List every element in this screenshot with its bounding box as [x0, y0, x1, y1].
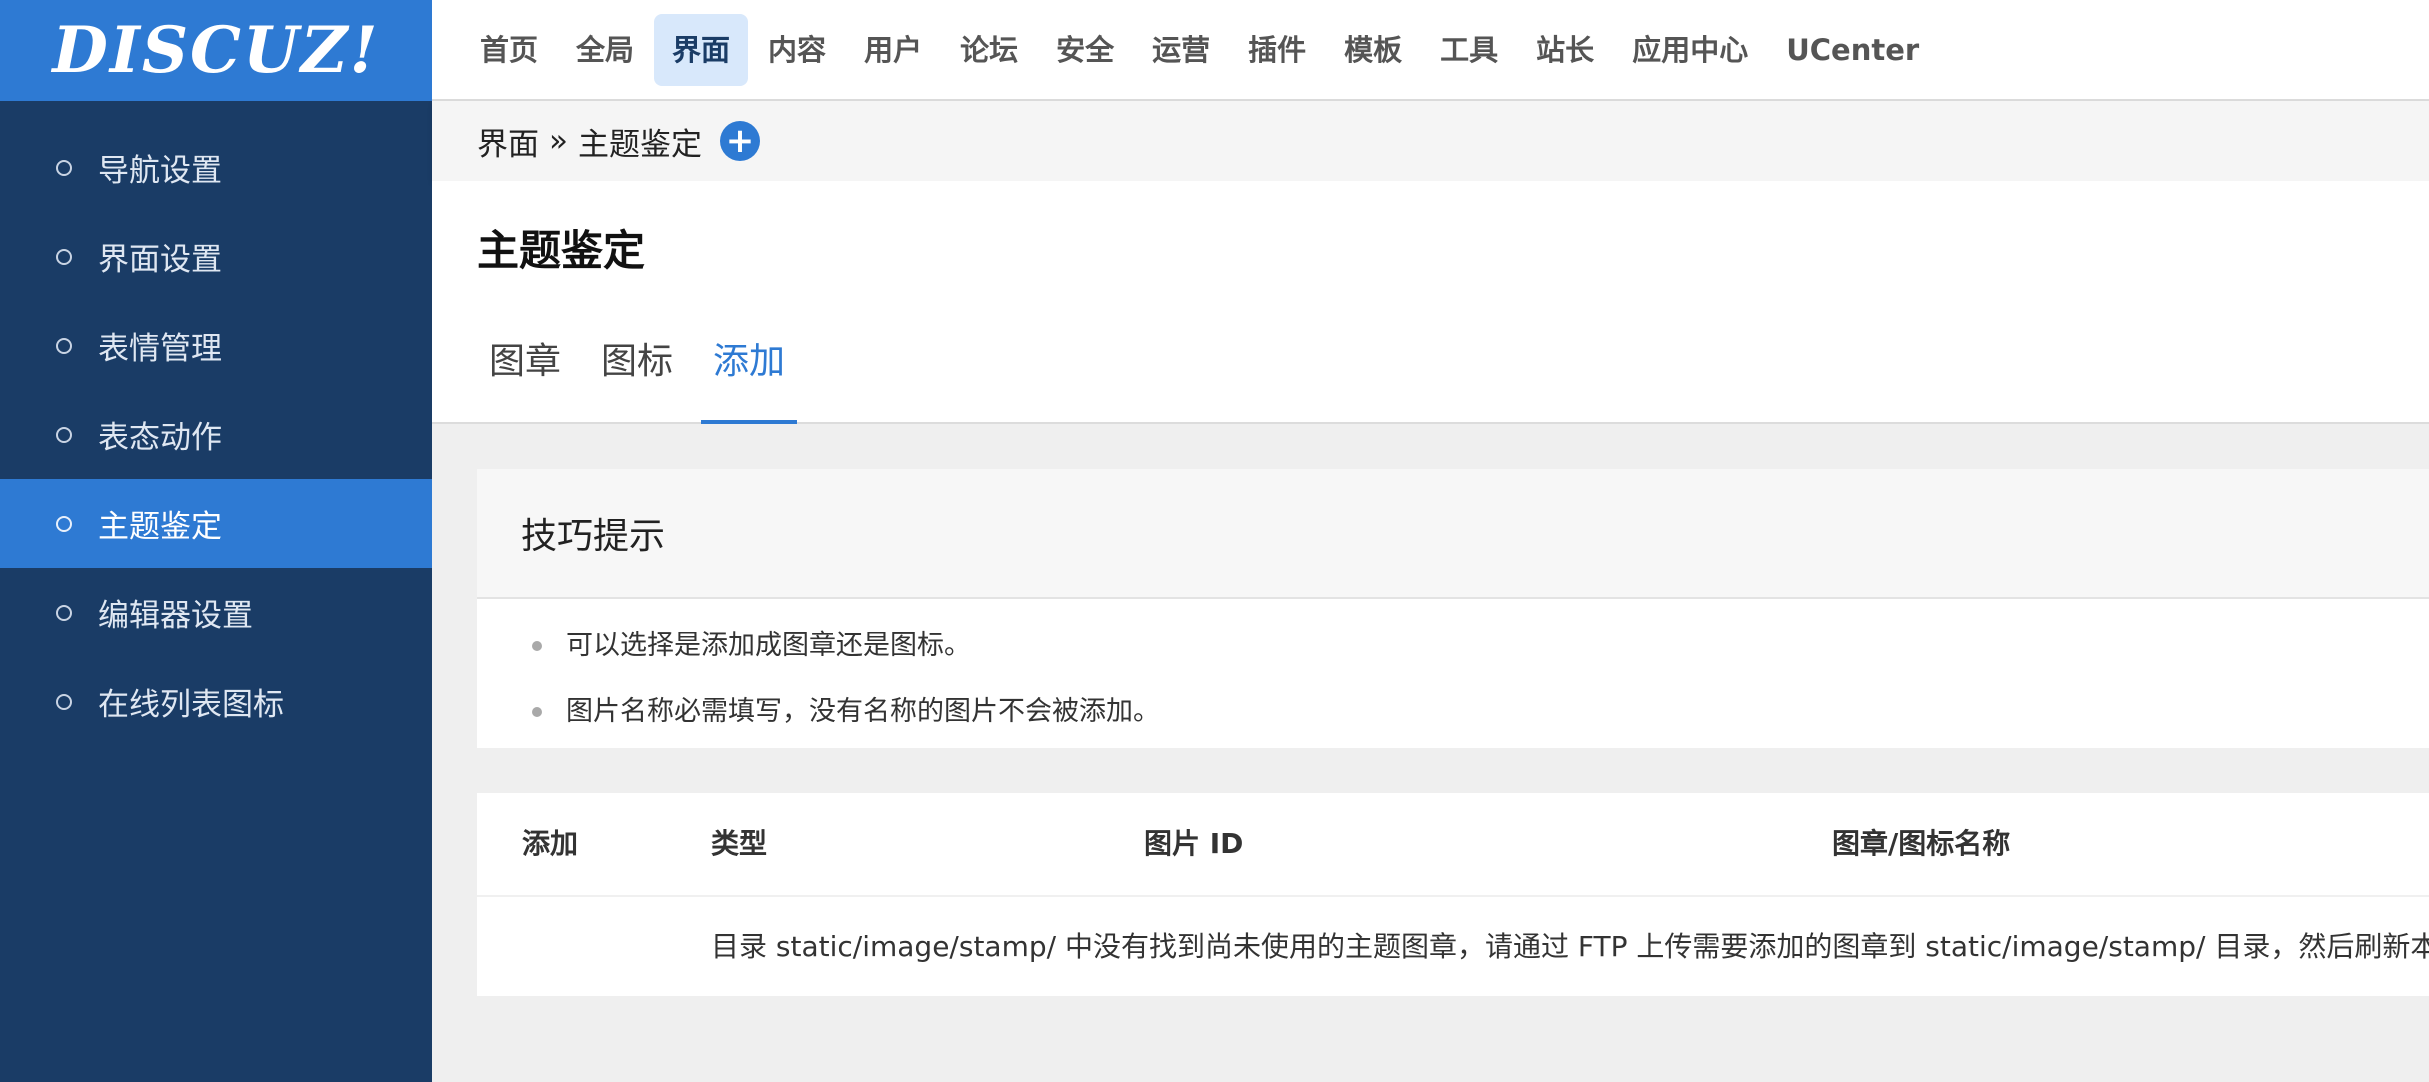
- breadcrumb-separator: »: [549, 123, 568, 159]
- empty-message: 目录 static/image/stamp/ 中没有找到尚未使用的主题图章，请通…: [711, 930, 2429, 963]
- stamp-table: 添加 类型 图片 ID 图章/图标名称 目录 static/image/stam…: [477, 793, 2429, 996]
- nav-content[interactable]: 内容: [750, 14, 844, 86]
- nav-global[interactable]: 全局: [558, 14, 652, 86]
- circle-bullet-icon: [56, 159, 72, 176]
- logo[interactable]: DISCUZ!: [0, 0, 432, 101]
- nav-tools[interactable]: 工具: [1422, 14, 1516, 86]
- nav-plugins[interactable]: 插件: [1230, 14, 1324, 86]
- sidebar-menu: 导航设置 界面设置 表情管理 表态动作 主题鉴定 编辑器设置 在线列表图标: [0, 123, 432, 746]
- sidebar-item-label: 表情管理: [98, 331, 222, 367]
- bullet-icon: [532, 641, 542, 651]
- tip-text: 可以选择是添加成图章还是图标。: [566, 630, 971, 661]
- table-row: 目录 static/image/stamp/ 中没有找到尚未使用的主题图章，请通…: [477, 897, 2429, 996]
- breadcrumb-parent[interactable]: 界面: [477, 119, 539, 164]
- list-item: 可以选择是添加成图章还是图标。: [532, 613, 2429, 679]
- tab-bar: 图章 图标 添加: [477, 332, 813, 424]
- tip-text: 图片名称必需填写，没有名称的图片不会被添加。: [566, 696, 1160, 727]
- circle-bullet-icon: [56, 693, 72, 710]
- circle-bullet-icon: [56, 426, 72, 443]
- tips-panel: 技巧提示 可以选择是添加成图章还是图标。 图片名称必需填写，没有名称的图片不会被…: [477, 469, 2429, 748]
- sidebar-item-editor-settings[interactable]: 编辑器设置: [0, 568, 432, 657]
- page-title: 主题鉴定: [477, 226, 646, 275]
- table-header: 添加 类型 图片 ID 图章/图标名称: [477, 793, 2429, 897]
- circle-bullet-icon: [56, 337, 72, 354]
- tab-icons[interactable]: 图标: [589, 332, 685, 424]
- bullet-icon: [532, 707, 542, 717]
- sidebar-item-click-actions[interactable]: 表态动作: [0, 390, 432, 479]
- column-header-name: 图章/图标名称: [1832, 827, 2011, 860]
- list-item: 图片名称必需填写，没有名称的图片不会被添加。: [532, 679, 2429, 745]
- sidebar-item-ui-settings[interactable]: 界面设置: [0, 212, 432, 301]
- nav-home[interactable]: 首页: [462, 14, 556, 86]
- sidebar-item-online-list-icons[interactable]: 在线列表图标: [0, 657, 432, 746]
- circle-bullet-icon: [56, 604, 72, 621]
- column-header-add: 添加: [522, 827, 579, 860]
- sidebar-item-label: 主题鉴定: [98, 509, 222, 545]
- circle-bullet-icon: [56, 515, 72, 532]
- sidebar-item-label: 编辑器设置: [98, 598, 253, 634]
- nav-forum[interactable]: 论坛: [942, 14, 1036, 86]
- sidebar: DISCUZ! 导航设置 界面设置 表情管理 表态动作 主题鉴定 编辑器设置 在…: [0, 0, 432, 1082]
- title-area: 主题鉴定 图章 图标 添加: [432, 181, 2429, 424]
- tips-title: 技巧提示: [477, 469, 2429, 599]
- sidebar-item-smilies[interactable]: 表情管理: [0, 301, 432, 390]
- tab-add[interactable]: 添加: [701, 332, 798, 424]
- breadcrumb-current: 主题鉴定: [577, 126, 702, 163]
- sidebar-item-thread-stamps[interactable]: 主题鉴定: [0, 479, 432, 568]
- tab-stamps[interactable]: 图章: [477, 332, 573, 424]
- nav-users[interactable]: 用户: [846, 14, 940, 86]
- top-nav: 首页 全局 界面 内容 用户 论坛 安全 运营 插件 模板 工具 站长 应用中心…: [432, 0, 2429, 101]
- logo-text: DISCUZ!: [52, 13, 380, 88]
- nav-ucenter[interactable]: UCenter: [1768, 14, 1937, 86]
- sidebar-item-nav-settings[interactable]: 导航设置: [0, 123, 432, 212]
- circle-bullet-icon: [56, 248, 72, 265]
- plus-circle-icon[interactable]: +: [719, 121, 760, 161]
- sidebar-item-label: 表态动作: [98, 420, 222, 456]
- nav-webmaster[interactable]: 站长: [1518, 14, 1612, 86]
- sidebar-item-label: 在线列表图标: [98, 687, 284, 723]
- sidebar-item-label: 导航设置: [98, 153, 222, 189]
- nav-templates[interactable]: 模板: [1326, 14, 1420, 86]
- column-header-type: 类型: [711, 827, 768, 860]
- column-header-image-id: 图片 ID: [1144, 827, 1244, 860]
- tips-list: 可以选择是添加成图章还是图标。 图片名称必需填写，没有名称的图片不会被添加。: [477, 599, 2429, 745]
- sidebar-item-label: 界面设置: [98, 242, 222, 278]
- nav-security[interactable]: 安全: [1038, 14, 1132, 86]
- nav-interface[interactable]: 界面: [654, 13, 749, 86]
- breadcrumb: 界面 » 主题鉴定 +: [432, 101, 2429, 181]
- nav-app-center[interactable]: 应用中心: [1614, 14, 1766, 86]
- nav-operations[interactable]: 运营: [1134, 14, 1228, 86]
